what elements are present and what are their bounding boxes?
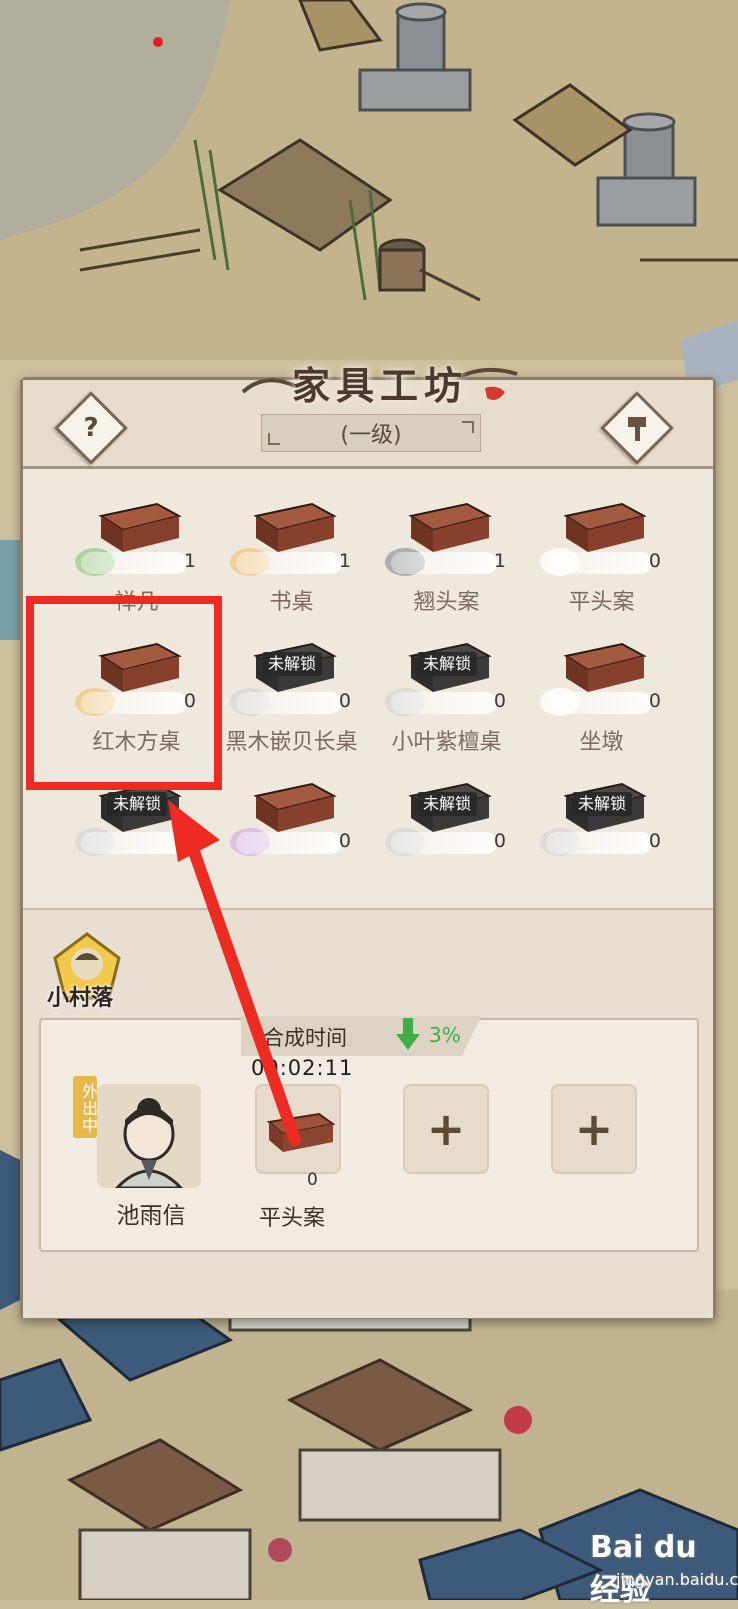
panel-title: 家具工坊 xyxy=(291,362,468,408)
count-bar xyxy=(546,832,652,854)
locked-badge: 未解锁 xyxy=(417,652,478,676)
furniture-icon xyxy=(408,502,492,552)
count-bar xyxy=(236,552,342,574)
crafting-box: 合成时间 3% 外出中 池雨信 00:02:11 0 平头案 + + xyxy=(39,1016,699,1252)
item-count: 0 xyxy=(648,550,661,572)
item-count: 0 xyxy=(493,690,506,712)
furniture-item[interactable]: 0 未解锁黑木嵌贝长桌 xyxy=(214,630,369,756)
item-count: 0 xyxy=(648,830,661,852)
help-button[interactable]: ? xyxy=(54,391,128,465)
upgrade-button[interactable] xyxy=(600,391,674,465)
worker-status-badge: 外出中 xyxy=(73,1076,98,1138)
furniture-item[interactable]: 0 平头案 xyxy=(524,490,679,616)
watermark-site: jingyan.baidu.com xyxy=(616,1570,738,1589)
watermark: Bai du 经验 jingyan.baidu.com xyxy=(580,1496,738,1608)
item-count: 0 xyxy=(338,830,351,852)
item-count: 1 xyxy=(493,550,506,572)
count-bar xyxy=(391,552,497,574)
furniture-item[interactable]: 1 书桌 xyxy=(214,490,369,616)
question-icon: ? xyxy=(83,413,99,443)
highlight-box xyxy=(26,596,222,790)
crafting-section: 小村落 合成时间 3% 外出中 池雨信 00:02:11 0 平头案 + + xyxy=(23,908,713,1318)
count-bar xyxy=(546,692,652,714)
furniture-icon xyxy=(98,502,182,552)
item-name: 黑木嵌贝长桌 xyxy=(225,730,358,755)
level-bar: (一级) xyxy=(261,414,481,452)
furniture-icon xyxy=(253,782,337,832)
crafting-count: 0 xyxy=(307,1170,318,1190)
worker-name: 池雨信 xyxy=(116,1203,186,1229)
locked-badge: 未解锁 xyxy=(572,792,633,816)
title-plaque: 家具工坊 xyxy=(235,352,525,412)
add-icon: + xyxy=(574,1102,614,1156)
item-count: 0 xyxy=(338,690,351,712)
furniture-item[interactable]: 0 xyxy=(214,770,369,896)
count-bar xyxy=(236,832,342,854)
time-bonus: 3% xyxy=(429,1023,461,1047)
count-bar xyxy=(236,692,342,714)
add-icon: + xyxy=(426,1102,466,1156)
count-bar xyxy=(81,552,187,574)
craft-timer: 00:02:11 xyxy=(251,1056,354,1080)
item-count: 0 xyxy=(648,690,661,712)
furniture-item[interactable]: 0 坐墩 xyxy=(524,630,679,756)
arrow-down-icon xyxy=(396,1018,420,1050)
crafting-slot-empty[interactable]: + xyxy=(551,1084,637,1174)
furniture-item[interactable]: 1 翘头案 xyxy=(369,490,524,616)
item-count: 0 xyxy=(493,830,506,852)
locked-badge: 未解锁 xyxy=(262,652,323,676)
hammer-icon xyxy=(614,405,660,451)
workshop-level: (一级) xyxy=(340,423,402,448)
item-name: 坐墩 xyxy=(579,730,624,755)
village-label: 小村落 xyxy=(47,986,114,1011)
furniture-icon xyxy=(563,642,647,692)
crafting-slot-empty[interactable]: + xyxy=(403,1084,489,1174)
item-count: 1 xyxy=(338,550,351,572)
furniture-item[interactable]: 0 未解锁小叶紫檀桌 xyxy=(369,630,524,756)
crafting-item-name: 平头案 xyxy=(258,1206,325,1231)
item-count: 1 xyxy=(183,550,196,572)
furniture-item[interactable]: 0 未解锁 xyxy=(524,770,679,896)
craft-time-label: 合成时间 xyxy=(263,1026,347,1050)
furniture-icon xyxy=(563,502,647,552)
furniture-item[interactable]: 0 未解锁 xyxy=(369,770,524,896)
worker-avatar[interactable] xyxy=(97,1084,201,1190)
corner-ornament xyxy=(268,433,280,445)
count-bar xyxy=(391,692,497,714)
count-bar xyxy=(81,832,187,854)
table-icon xyxy=(266,1112,336,1152)
count-bar xyxy=(391,832,497,854)
item-name: 平头案 xyxy=(568,590,635,615)
item-name: 翘头案 xyxy=(413,590,480,615)
corner-ornament xyxy=(462,421,474,433)
furniture-icon xyxy=(253,502,337,552)
locked-badge: 未解锁 xyxy=(107,792,168,816)
count-bar xyxy=(546,552,652,574)
item-name: 小叶紫檀桌 xyxy=(391,730,502,755)
locked-badge: 未解锁 xyxy=(417,792,478,816)
item-name: 书桌 xyxy=(269,590,314,615)
workshop-panel: ? (一级) 家具工坊 1 禅几 1 书桌 1 翘头案 0 平头案 0 红木方桌 0 未解锁 黑木嵌贝长… xyxy=(20,363,716,1319)
crafting-slot-active[interactable] xyxy=(255,1084,341,1174)
